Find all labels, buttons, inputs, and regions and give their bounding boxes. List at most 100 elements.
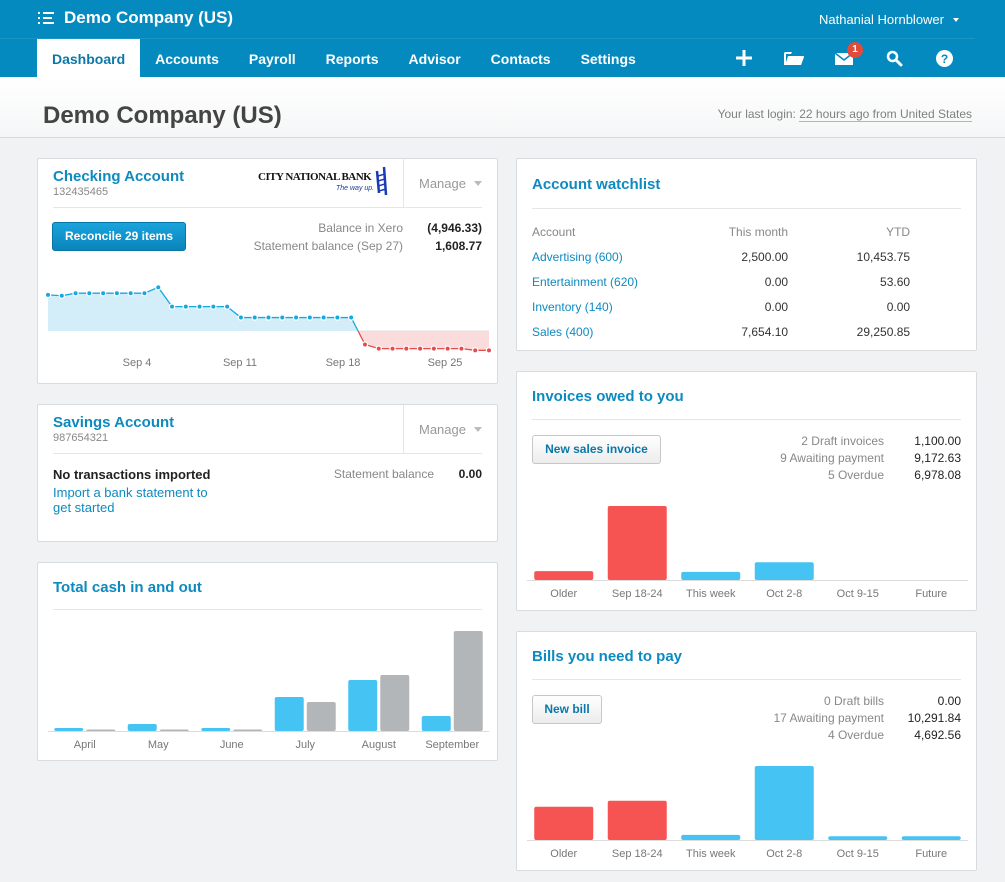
bar-cash-out: [453, 631, 483, 731]
table-row: Entertainment (620) 0.00 53.60: [532, 269, 910, 294]
data-point: [347, 314, 355, 321]
this-month-value: 7,654.10: [741, 324, 789, 339]
account-number: 132435465: [53, 186, 109, 198]
bar: [754, 766, 814, 840]
data-point: [251, 314, 258, 321]
invoices-card: Invoices owed to you New sales invoice 2…: [516, 371, 977, 611]
x-tick-label: Oct 9-15: [837, 588, 879, 600]
invoices-chart[interactable]: Older Sep 18-24 This week Oct 2-8 Oct 9-15 Fu…: [517, 372, 978, 612]
total-cash-chart[interactable]: April May June July August September: [38, 563, 499, 762]
search-button[interactable]: [869, 40, 919, 76]
bar: [607, 506, 667, 580]
bar-cash-in: [274, 697, 304, 731]
data-point: [472, 347, 479, 354]
ytd-value: 29,250.85: [856, 324, 911, 339]
svg-text:?: ?: [940, 52, 947, 66]
total-cash-card: Total cash in and out April May June July Au…: [37, 562, 498, 761]
checking-balance-chart[interactable]: Sep 4 Sep 11 Sep 18 Sep 25: [38, 264, 499, 384]
add-button[interactable]: [719, 40, 769, 76]
data-point: [44, 291, 52, 299]
chevron-down-icon: [473, 426, 482, 432]
account-number: 987654321: [53, 432, 109, 444]
ytd-value: 0.00: [886, 299, 911, 314]
tab-dashboard[interactable]: Dashboard: [37, 39, 141, 77]
bar: [901, 836, 961, 840]
savings-account-title[interactable]: Savings Account: [53, 414, 174, 431]
bar-cash-in: [127, 724, 157, 731]
no-transactions-text: No transactions imported: [53, 467, 211, 482]
tab-accounts[interactable]: Accounts: [140, 39, 234, 77]
reconcile-button[interactable]: Reconcile 29 items: [52, 222, 186, 251]
this-month-value: 0.00: [764, 299, 789, 314]
x-tick-label: April: [74, 739, 96, 751]
help-button[interactable]: ?: [919, 40, 969, 76]
bar: [681, 834, 741, 840]
watchlist-title: Account watchlist: [532, 176, 661, 193]
savings-account-card: Savings Account 987654321 Manage No tran…: [37, 404, 498, 542]
data-point: [292, 314, 300, 321]
statement-balance-label: Statement balance (Sep 27): [253, 239, 403, 253]
manage-label: Manage: [419, 421, 466, 437]
tab-settings[interactable]: Settings: [566, 39, 651, 77]
table-row: Inventory (140) 0.00 0.00: [532, 294, 910, 319]
data-point: [375, 345, 382, 352]
data-point: [86, 290, 93, 297]
org-switcher[interactable]: Demo Company (US): [38, 8, 233, 28]
import-statement-link[interactable]: Import a bank statement to get started: [53, 485, 223, 515]
bills-chart[interactable]: Older Sep 18-24 This week Oct 2-8 Oct 9-15 Fu…: [517, 632, 978, 872]
manage-dropdown[interactable]: Manage: [403, 159, 497, 207]
last-login: Your last login: 22 hours ago from Unite…: [717, 107, 972, 122]
this-month-value: 2,500.00: [741, 249, 789, 264]
last-login-label: Your last login:: [717, 107, 796, 121]
user-menu[interactable]: Nathanial Hornblower: [819, 12, 959, 27]
x-tick-label: Older: [550, 588, 577, 600]
data-point: [430, 345, 438, 352]
bar: [534, 806, 594, 840]
bar-cash-out: [159, 729, 189, 731]
ytd-value: 53.60: [880, 274, 911, 289]
bank-tagline: The way up.: [336, 185, 375, 192]
tab-advisor[interactable]: Advisor: [394, 39, 476, 77]
menu-icon: [38, 11, 54, 25]
toolbar-icons: 1 ?: [719, 40, 969, 76]
main-nav: Dashboard Accounts Payroll Reports Advis…: [37, 39, 651, 77]
files-button[interactable]: [769, 40, 819, 76]
account-link[interactable]: Entertainment (620): [532, 269, 638, 294]
plus-icon: [736, 50, 752, 66]
ladder-icon: [375, 166, 388, 196]
account-watchlist-card: Account watchlist Account This month YTD…: [516, 158, 977, 351]
account-link[interactable]: Inventory (140): [532, 294, 638, 319]
x-tick-label: Oct 2-8: [766, 848, 802, 860]
col-account: Account: [532, 224, 576, 239]
bar-cash-out: [306, 702, 336, 731]
x-tick-label: September: [425, 739, 479, 751]
last-login-link[interactable]: 22 hours ago from United States: [799, 107, 972, 122]
data-point: [168, 303, 176, 310]
tab-reports[interactable]: Reports: [311, 39, 394, 77]
help-icon: ?: [935, 49, 953, 67]
data-point: [485, 347, 493, 354]
account-link[interactable]: Sales (400): [532, 319, 638, 344]
watchlist-table: Account This month YTD Advertising (600)…: [532, 219, 910, 344]
folder-icon: [784, 51, 804, 65]
chevron-down-icon: [473, 180, 482, 186]
x-tick-label: June: [220, 739, 244, 751]
table-row: Sales (400) 7,654.10 29,250.85: [532, 319, 910, 344]
bar-cash-in: [201, 728, 231, 731]
top-bar: Demo Company (US) Nathanial Hornblower D…: [0, 0, 1005, 77]
manage-dropdown[interactable]: Manage: [403, 405, 497, 453]
notifications-button[interactable]: 1: [819, 40, 869, 76]
x-tick-label: Sep 4: [123, 357, 152, 369]
page-header: Demo Company (US) Your last login: 22 ho…: [0, 77, 1005, 138]
data-point: [458, 345, 465, 352]
divider: [53, 453, 482, 454]
positive-area: [48, 287, 359, 331]
data-point: [444, 345, 451, 352]
tab-payroll[interactable]: Payroll: [234, 39, 311, 77]
bar-cash-in: [54, 728, 84, 731]
account-link[interactable]: Advertising (600): [532, 244, 638, 269]
tab-contacts[interactable]: Contacts: [476, 39, 566, 77]
x-tick-label: May: [148, 739, 169, 751]
checking-account-card: Checking Account 132435465 CITY NATIONAL…: [37, 158, 498, 384]
checking-account-title[interactable]: Checking Account: [53, 168, 184, 185]
